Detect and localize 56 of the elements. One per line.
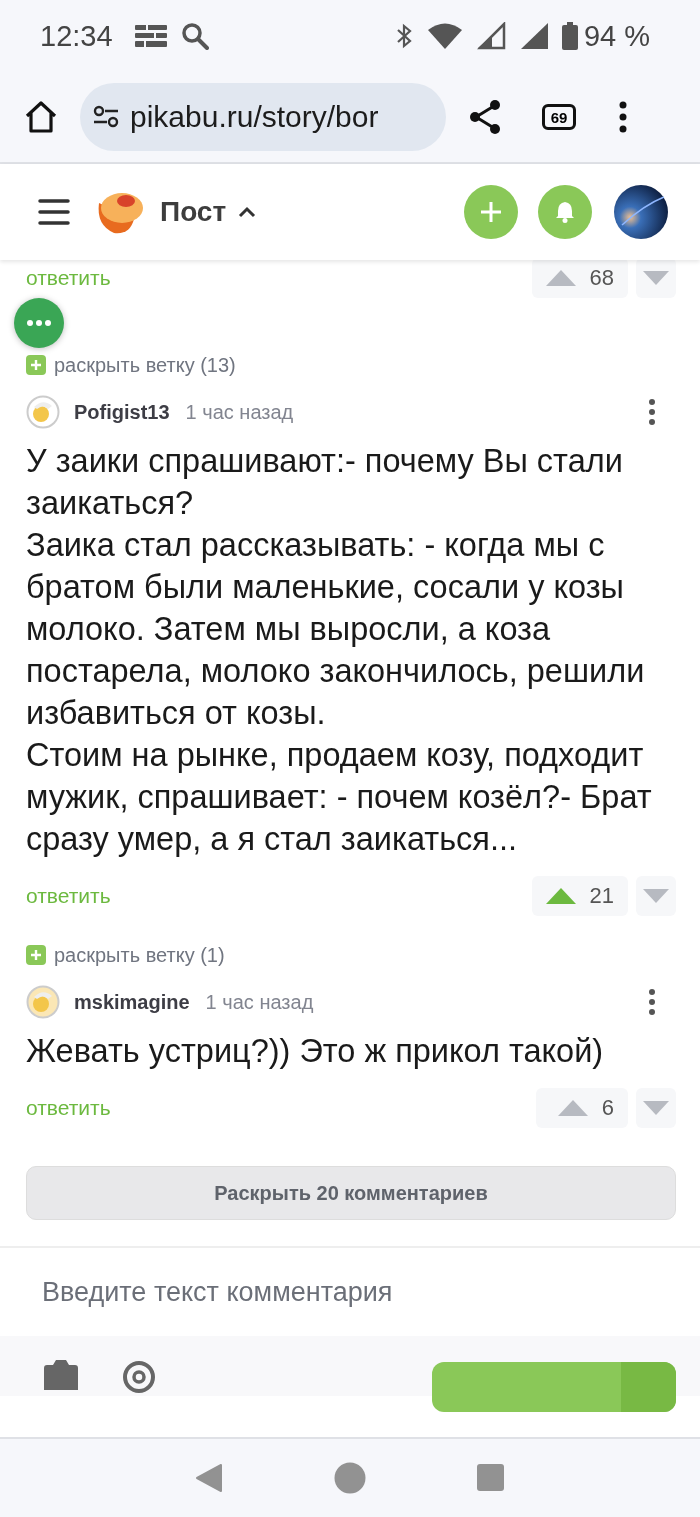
- status-time: 12:34: [40, 19, 113, 53]
- downvote-button[interactable]: [636, 1088, 676, 1128]
- upvote-button[interactable]: 6: [536, 1088, 628, 1128]
- avatar[interactable]: [614, 185, 668, 239]
- comment-text: Стоим на рынке, продаем козу, подходит мужик, спрашивает: - почем козёл?- Брат сразу умер, а я стал заикаться...: [26, 736, 653, 859]
- author-name[interactable]: mskimagine: [74, 990, 190, 1014]
- downvote-button[interactable]: [636, 876, 676, 916]
- expand-thread-link[interactable]: раскрыть ветку (1): [54, 943, 225, 967]
- address-bar[interactable]: pikabu.ru/story/bor: [80, 83, 446, 151]
- upvote-button[interactable]: 68: [531, 260, 628, 298]
- triangle-down-icon: [643, 1100, 669, 1116]
- triangle-down-icon: [643, 270, 669, 286]
- triangle-down-icon: [643, 888, 669, 904]
- avatar: [26, 985, 60, 1019]
- add-post-button[interactable]: [464, 185, 518, 239]
- comment-time: 1 час назад: [185, 400, 294, 424]
- avatar: [26, 395, 60, 429]
- expand-comments-button[interactable]: Раскрыть 20 комментариев: [26, 1166, 676, 1220]
- menu-icon[interactable]: [618, 101, 628, 133]
- expand-thread-link[interactable]: раскрыть ветку (13): [54, 353, 236, 377]
- comment-text: Жевать устриц?)) Это ж прикол такой): [26, 1032, 605, 1071]
- dots-icon: [27, 320, 51, 326]
- more-button[interactable]: [14, 298, 64, 348]
- more-icon[interactable]: [648, 988, 656, 1016]
- caret-icon: [238, 206, 257, 218]
- author-name[interactable]: Pofigist13: [74, 400, 170, 424]
- plus-icon: [480, 201, 502, 223]
- downvote-button[interactable]: [636, 260, 676, 298]
- more-icon[interactable]: [648, 398, 656, 426]
- camera-icon[interactable]: [44, 1360, 78, 1390]
- upvote-button[interactable]: 21: [531, 876, 628, 916]
- plus-square-icon[interactable]: [26, 945, 46, 965]
- signal-icon: [475, 22, 506, 50]
- battery-icon: [561, 22, 578, 50]
- share-icon[interactable]: [468, 99, 502, 135]
- menu-icon[interactable]: [38, 198, 70, 226]
- home-icon[interactable]: [24, 101, 58, 133]
- site-settings-icon[interactable]: [92, 105, 120, 129]
- section-dropdown[interactable]: Пост: [160, 196, 257, 228]
- comment-text: У заики спрашивают:- почему Вы стали заикаться?: [26, 442, 624, 523]
- vote-count: 68: [589, 265, 614, 291]
- wifi-icon: [427, 23, 462, 49]
- plus-square-icon[interactable]: [26, 355, 46, 375]
- signal-icon: [519, 22, 548, 50]
- recents-icon[interactable]: [476, 1464, 505, 1492]
- comment-text: Заика стал рассказывать: - когда мы с братом были маленькие, сосали у козы молоко. Затем мы выросли, а коза постарела, молоко закончилось, решили избавиться от козы.: [26, 526, 646, 733]
- battery-percent: 94 %: [583, 19, 650, 53]
- bell-icon: [555, 201, 575, 223]
- notifications-button[interactable]: [538, 185, 592, 239]
- url-text: pikabu.ru/story/bor: [130, 100, 379, 134]
- search-icon: [180, 22, 209, 50]
- vote-count: 21: [589, 883, 614, 909]
- back-icon[interactable]: [195, 1463, 224, 1493]
- comment-time: 1 час назад: [205, 990, 314, 1014]
- tab-count-button[interactable]: 69: [542, 104, 576, 130]
- vote-count: 6: [601, 1095, 614, 1121]
